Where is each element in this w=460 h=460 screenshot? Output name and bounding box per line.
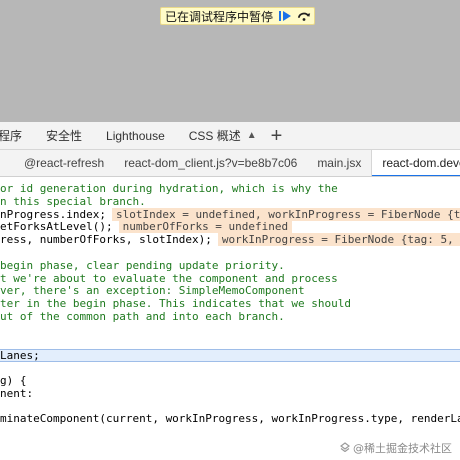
code-text: n this special branch. <box>0 194 146 208</box>
code-line: g) { <box>0 373 460 388</box>
tab-sources[interactable]: 程序 <box>0 122 34 150</box>
code-text: etForksAtLevel(); <box>0 220 113 234</box>
watermark-text: @稀土掘金技术社区 <box>353 442 452 455</box>
code-editor[interactable]: or id generation during hydration, which… <box>0 177 460 460</box>
watermark: @稀土掘金技术社区 <box>340 440 452 456</box>
code-line: minateComponent(current, workInProgress,… <box>0 412 460 426</box>
code-text: minateComponent(current, workInProgress,… <box>0 412 460 426</box>
file-tab-label: react-dom.develop <box>382 156 460 170</box>
code-lines: or id generation during hydration, which… <box>0 182 460 426</box>
resume-play-icon[interactable] <box>278 9 292 23</box>
tab-lighthouse[interactable]: Lighthouse <box>94 122 177 150</box>
paused-execution-line: Lanes; <box>0 349 460 362</box>
inline-variable-value: numberOfForks = undefined <box>118 220 293 234</box>
tab-label: Lighthouse <box>106 128 165 143</box>
code-line: nent: <box>0 386 460 401</box>
tab-security[interactable]: 安全性 <box>34 122 94 150</box>
code-text: ver, there's an exception: SimpleMemoCom… <box>0 284 305 298</box>
file-tab-react-dom-client[interactable]: react-dom_client.js?v=be8b7c06 <box>114 150 307 176</box>
add-tab-button[interactable]: + <box>271 126 283 146</box>
inline-variable-value: slotIndex = undefined, workInProgress = … <box>111 207 460 221</box>
file-tab-react-refresh[interactable]: @react-refresh <box>0 150 114 176</box>
inline-variable-value: workInProgress = FiberNode {tag: 5, key:… <box>217 233 460 247</box>
code-text: begin phase, clear pending update priori… <box>0 258 285 272</box>
code-text: ress, numberOfForks, slotIndex); <box>0 233 212 247</box>
code-line: ress, numberOfForks, slotIndex); workInPr… <box>0 233 460 247</box>
file-tab-main-jsx[interactable]: main.jsx <box>307 150 371 176</box>
flask-icon: ▲ <box>246 130 257 141</box>
tab-css-overview[interactable]: CSS 概述 ▲ <box>177 122 269 150</box>
juejin-logo-icon <box>340 441 350 455</box>
code-text: g) { <box>0 373 27 387</box>
paused-in-debugger-banner: 已在调试程序中暂停 <box>160 7 316 25</box>
source-file-tabs: @react-refresh react-dom_client.js?v=be8… <box>0 150 460 177</box>
file-tab-label: main.jsx <box>317 156 362 170</box>
file-tab-react-dom-development[interactable]: react-dom.develop <box>371 150 460 176</box>
tab-label: CSS 概述 <box>188 129 241 143</box>
paused-label: 已在调试程序中暂停 <box>165 9 274 24</box>
file-tab-label: react-dom_client.js?v=be8b7c06 <box>124 156 298 170</box>
code-text: nent: <box>0 386 34 400</box>
code-text: Lanes; <box>0 349 40 363</box>
code-text: ut of the common path and into each bran… <box>0 309 285 323</box>
devtools-tabbar: 程序 安全性 Lighthouse CSS 概述 ▲ + <box>0 122 460 150</box>
step-over-icon[interactable] <box>297 9 311 23</box>
code-text: nProgress.index; <box>0 207 106 221</box>
tab-label: 安全性 <box>46 129 83 143</box>
page-viewport: 已在调试程序中暂停 <box>0 0 460 122</box>
code-text: t we're about to evaluate the component … <box>0 271 338 285</box>
code-text: ter in the begin phase. This indicates t… <box>0 297 351 311</box>
tab-label: 程序 <box>0 129 23 143</box>
code-line: ut of the common path and into each bran… <box>0 309 460 324</box>
file-tab-label: @react-refresh <box>24 156 105 170</box>
code-text: or id generation during hydration, which… <box>0 182 338 195</box>
